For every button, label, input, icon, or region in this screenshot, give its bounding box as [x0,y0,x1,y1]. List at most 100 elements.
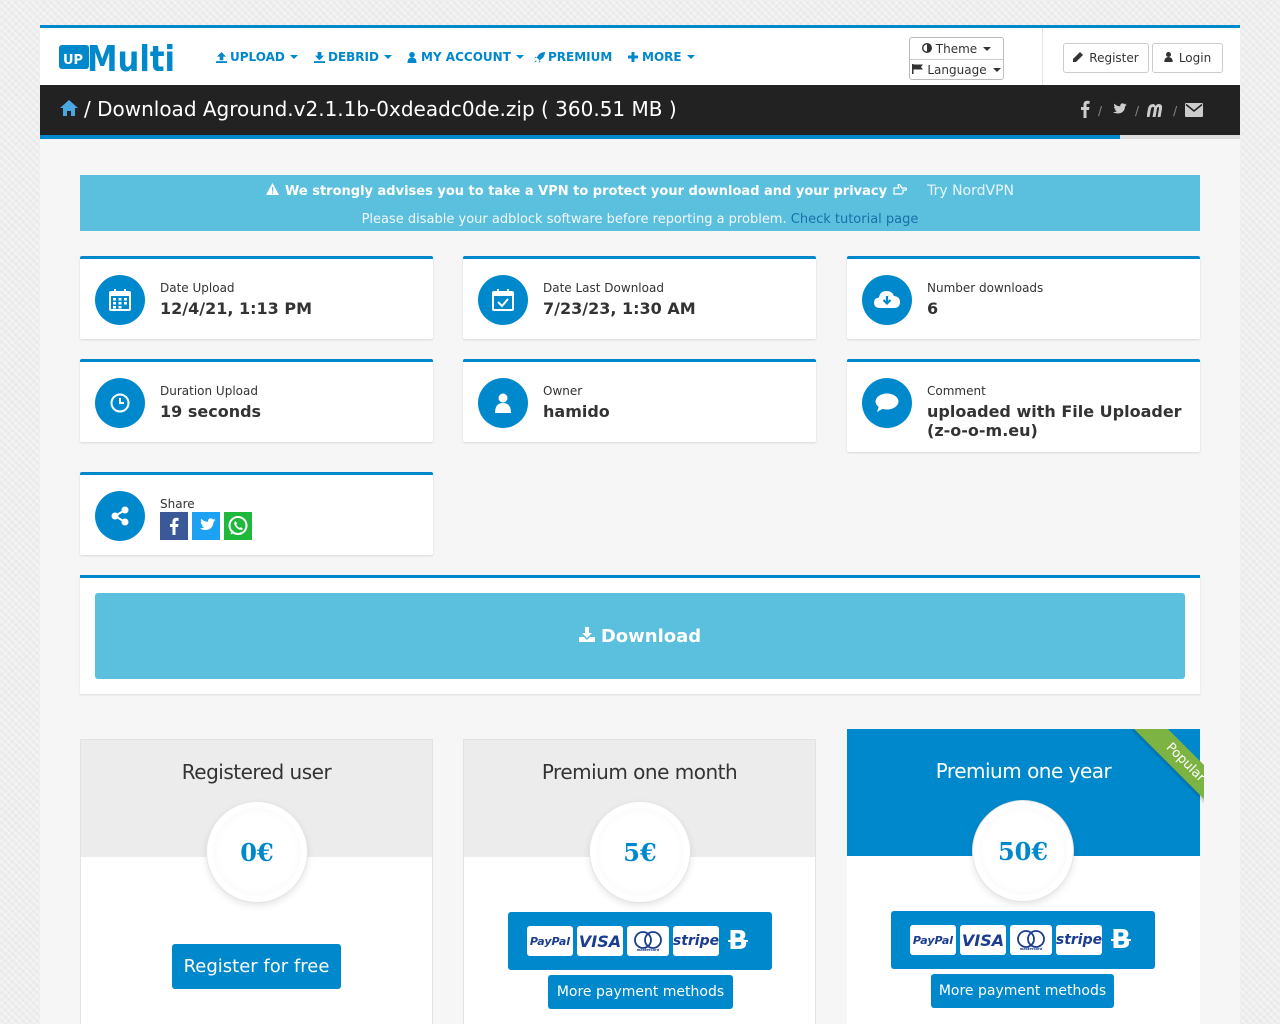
plan-price: 5€ [596,808,684,896]
language-label: Language [927,63,987,77]
mastodon-icon[interactable] [1146,102,1165,121]
site-logo[interactable]: UP Multi [59,37,179,80]
pencil-icon [1073,51,1084,65]
clock-icon [95,378,145,428]
price-bubble: 0€ [207,802,307,902]
number-downloads-card: Number downloads 6 [847,256,1200,339]
vpn-alert: We strongly advises you to take a VPN to… [80,175,1200,231]
svg-text:mastercard: mastercard [637,948,660,952]
page-container: UP Multi UPLOAD DEBRID MY ACCOUNT PREMIU… [40,25,1240,1024]
paypal-icon: PayPal [910,925,956,955]
mail-icon[interactable] [1185,102,1204,121]
number-downloads-label: Number downloads [927,281,1044,295]
date-last-download-card: Date Last Download 7/23/23, 1:30 AM [463,256,816,339]
share-label: Share [160,497,195,511]
social-separator: / [1173,104,1178,118]
nav-debrid[interactable]: DEBRID [313,50,392,64]
number-downloads-value: 6 [927,299,939,318]
plan-price: 0€ [213,808,301,896]
facebook-icon[interactable] [1080,100,1090,122]
popular-ribbon: Popular [1119,729,1204,814]
try-nordvpn-link[interactable]: Try NordVPN [927,183,1014,199]
nav-more[interactable]: MORE [627,50,695,64]
nav-my-account[interactable]: MY ACCOUNT [406,50,524,64]
nav-upload[interactable]: UPLOAD [215,50,298,64]
social-separator: / [1098,104,1103,118]
visa-icon: VISA [577,926,623,956]
warning-icon [266,183,279,199]
calendar-check-icon [478,275,528,325]
comment-card: Comment uploaded with File Uploader (z-o… [847,359,1200,452]
caret-down-icon [686,55,695,59]
social-separator: / [1135,104,1140,118]
share-twitter-icon[interactable] [192,512,220,540]
nav-debrid-label: DEBRID [328,50,379,64]
flag-icon [912,63,924,77]
date-last-download-label: Date Last Download [543,281,664,295]
page-title: / Download Aground.v2.1.1b-0xdeadc0de.zi… [60,97,677,121]
theme-label: Theme [935,41,978,56]
payment-methods[interactable]: PayPal VISA mastercard stripe B [891,911,1155,969]
share-facebook-icon[interactable] [160,512,188,540]
download-button[interactable]: Download [95,593,1185,679]
adblock-text: Please disable your adblock software bef… [361,212,787,227]
date-upload-card: Date Upload 12/4/21, 1:13 PM [80,256,433,339]
more-payment-methods-button[interactable]: More payment methods [548,975,733,1009]
caret-down-icon [983,46,992,51]
owner-label: Owner [543,384,583,398]
caret-down-icon [383,55,392,59]
nav-divider [1042,28,1043,85]
paypal-icon: PayPal [527,926,573,956]
more-payment-methods-button[interactable]: More payment methods [931,974,1114,1008]
contrast-icon [921,42,932,56]
download-panel: Download [80,575,1200,694]
register-label: Register [1089,51,1139,65]
svg-text:UP: UP [63,53,83,68]
owner-card: Owner hamido [463,359,816,442]
bitcoin-icon: B [1111,925,1131,955]
user-icon [478,378,528,428]
stripe-icon: stripe [1056,925,1102,955]
social-links: / / / [1080,100,1204,122]
share-icon [95,491,145,541]
calendar-icon [95,275,145,325]
login-label: Login [1178,51,1212,65]
vpn-warning-text: We strongly advises you to take a VPN to… [285,183,888,199]
page-title-bar: / Download Aground.v2.1.1b-0xdeadc0de.zi… [40,85,1240,135]
caret-down-icon [515,55,524,59]
payment-methods[interactable]: PayPal VISA mastercard stripe B [508,912,772,970]
share-whatsapp-icon[interactable] [224,512,252,540]
price-bubble: 50€ [973,801,1073,901]
register-button[interactable]: Register [1063,43,1149,73]
user-icon [406,51,418,63]
plan-name: Registered user [181,760,332,784]
theme-language-group: Theme Language [909,37,1004,80]
nav-premium-label: PREMIUM [548,50,613,64]
comment-value: uploaded with File Uploader (z-o-o-m.eu) [927,402,1182,440]
register-for-free-button[interactable]: Register for free [172,944,341,989]
nav-more-label: MORE [642,50,682,64]
theme-dropdown[interactable]: Theme [910,38,1003,59]
date-upload-value: 12/4/21, 1:13 PM [160,299,313,318]
svg-text:mastercard: mastercard [1020,947,1043,951]
login-button[interactable]: Login [1152,43,1223,73]
download-label: Download [600,625,702,647]
home-icon[interactable] [60,97,78,121]
bitcoin-icon: B [728,926,748,956]
plan-premium-one-month: Premium one month 5€ PayPal VISA masterc… [463,739,816,1024]
date-upload-label: Date Upload [160,281,235,295]
download-progress-bar [40,135,1240,139]
nav-premium[interactable]: PREMIUM [533,50,612,64]
twitter-icon[interactable] [1110,102,1127,121]
mastercard-icon: mastercard [627,926,669,956]
download-icon [578,626,595,647]
plan-name: Premium one month [541,760,738,784]
tutorial-link[interactable]: Check tutorial page [791,212,919,227]
plus-icon [627,51,639,63]
language-dropdown[interactable]: Language [910,59,1003,80]
hand-pointing-right-icon [893,183,908,199]
price-bubble: 5€ [590,802,690,902]
progress-fill [40,135,1120,139]
download-icon [313,51,325,63]
mastercard-icon: mastercard [1010,925,1052,955]
